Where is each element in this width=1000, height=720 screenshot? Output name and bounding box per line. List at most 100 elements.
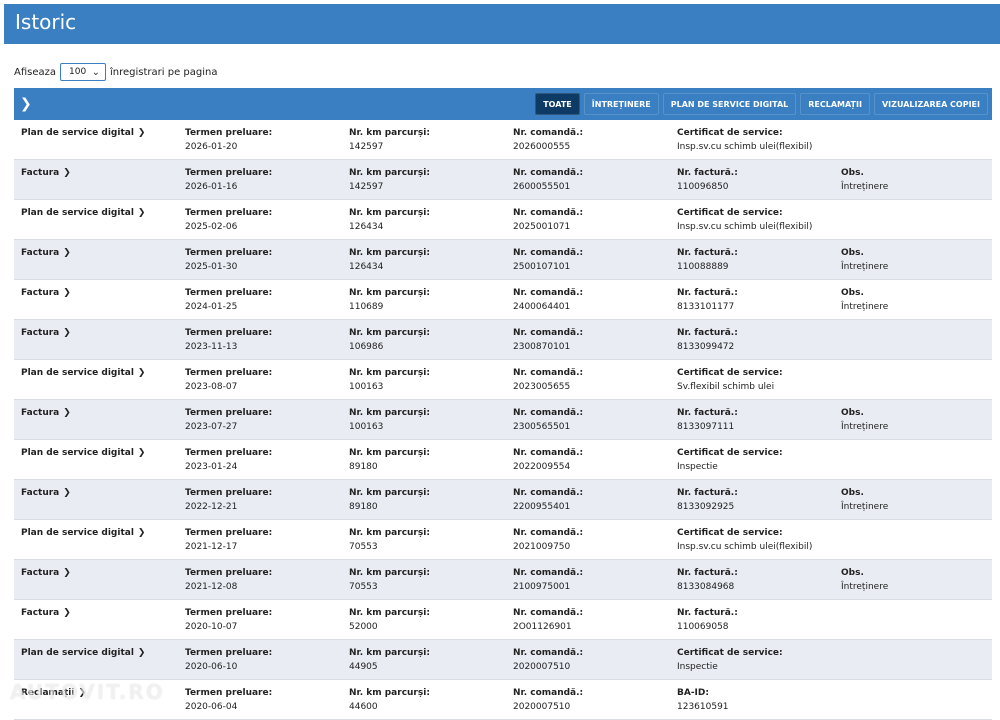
record-type-link[interactable]: Plan de service digital ❯ [21,646,145,660]
chevron-right-icon[interactable]: ❯ [20,95,38,113]
order-cell: Nr. comandă.: 2025001071 [513,206,583,234]
km-cell: Nr. km parcurși: 106986 [349,326,430,354]
km-label: Nr. km parcurși: [349,408,430,418]
filter-button[interactable]: VIZUALIZAREA COPIEI [873,93,988,115]
km-label: Nr. km parcurși: [349,208,430,218]
filter-button[interactable]: ÎNTREȚINERE [583,93,659,115]
order-cell: Nr. comandă.: 2200955401 [513,486,583,514]
order-cell: Nr. comandă.: 2021009750 [513,526,583,554]
date-label: Termen preluare: [185,288,273,298]
record-type: Factura [21,288,60,298]
km-cell: Nr. km parcurși: 89180 [349,486,430,514]
record-type: Factura [21,408,60,418]
km-label: Nr. km parcurși: [349,648,430,658]
detail-value: Inspectie [677,662,718,672]
record-type-link[interactable]: Plan de service digital ❯ [21,366,145,380]
date-cell: Termen preluare: 2023-08-07 [185,366,272,394]
chevron-right-icon: ❯ [63,328,71,338]
record-type-link[interactable]: Plan de service digital ❯ [21,446,145,460]
detail-cell: Nr. factură.: 8133097111 [677,406,738,434]
history-row: Plan de service digital ❯ Termen preluare:… [14,120,992,160]
filter-buttons: TOATE ÎNTREȚINERE PLAN DE SERVICE DIGITAL R… [535,93,988,115]
filter-button[interactable]: RECLAMAȚII [800,93,870,115]
obs-label: Obs. [841,288,864,298]
order-cell: Nr. comandă.: 2022009554 [513,446,583,474]
date-value: 2026-01-16 [185,182,238,192]
km-cell: Nr. km parcurși: 126434 [349,206,430,234]
obs-cell: Obs. Întreținere [841,406,888,434]
obs-value: Întreținere [841,302,889,312]
detail-value: Insp.sv.cu schimb ulei(flexibil) [677,222,813,232]
detail-cell: Nr. factură.: 8133101177 [677,286,738,314]
record-type-link[interactable]: Factura ❯ [21,566,71,580]
history-row: Factura ❯ Termen preluare: 2023-07-27 Nr. km… [14,400,992,440]
obs-value: Întreținere [841,262,889,272]
date-cell: Termen preluare: 2025-02-06 [185,206,272,234]
km-label: Nr. km parcurși: [349,368,430,378]
date-cell: Termen preluare: 2026-01-20 [185,126,272,154]
order-label: Nr. comandă.: [513,448,584,458]
date-cell: Termen preluare: 2023-11-13 [185,326,272,354]
km-cell: Nr. km parcurși: 44905 [349,646,430,674]
date-cell: Termen preluare: 2026-01-16 [185,166,272,194]
record-type-link[interactable]: Plan de service digital ❯ [21,526,145,540]
km-value: 100163 [349,422,384,432]
detail-label: Nr. factură.: [677,288,738,298]
obs-label: Obs. [841,568,864,578]
record-type-link[interactable]: Factura ❯ [21,166,71,180]
chevron-right-icon: ❯ [63,608,71,618]
chevron-right-icon: ❯ [63,408,71,418]
obs-cell: Obs. Întreținere [841,166,888,194]
record-type-link[interactable]: Factura ❯ [21,326,71,340]
detail-label: Certificat de service: [677,128,783,138]
chevron-right-icon: ❯ [137,368,146,378]
history-row: Plan de service digital ❯ Termen preluare:… [14,360,992,400]
date-label: Termen preluare: [185,448,273,458]
date-label: Termen preluare: [185,408,273,418]
order-cell: Nr. comandă.: 2400064401 [513,286,583,314]
chevron-right-icon: ❯ [63,488,71,498]
record-type-link[interactable]: Factura ❯ [21,486,71,500]
filter-button[interactable]: TOATE [535,93,580,115]
order-label: Nr. comandă.: [513,368,584,378]
date-label: Termen preluare: [185,248,273,258]
order-label: Nr. comandă.: [513,408,584,418]
detail-label: Nr. factură.: [677,168,738,178]
detail-label: Certificat de service: [677,208,783,218]
date-label: Termen preluare: [185,328,273,338]
history-row: Factura ❯ Termen preluare: 2022-12-21 Nr. km… [14,480,992,520]
record-type-link[interactable]: Factura ❯ [21,286,71,300]
record-type-link[interactable]: Plan de service digital ❯ [21,206,145,220]
date-value: 2022-12-21 [185,502,238,512]
detail-cell: Nr. factură.: 8133099472 [677,326,738,354]
order-value: 2300565501 [513,422,571,432]
page-size-control: Afiseaza 100 ⌄ înregistrari pe pagina [14,62,218,82]
detail-value: Sv.flexibil schimb ulei [677,382,775,392]
record-type-link[interactable]: Factura ❯ [21,406,71,420]
detail-label: Certificat de service: [677,528,783,538]
km-cell: Nr. km parcurși: 89180 [349,446,430,474]
km-value: 126434 [349,222,384,232]
km-cell: Nr. km parcurși: 126434 [349,246,430,274]
date-label: Termen preluare: [185,368,273,378]
date-value: 2023-07-27 [185,422,238,432]
chevron-right-icon: ❯ [137,648,146,658]
filter-button[interactable]: PLAN DE SERVICE DIGITAL [662,93,797,115]
order-cell: Nr. comandă.: 2600055501 [513,166,583,194]
date-label: Termen preluare: [185,688,273,698]
record-type-link[interactable]: Factura ❯ [21,606,71,620]
chevron-right-icon: ❯ [63,568,71,578]
record-type-link[interactable]: Factura ❯ [21,246,71,260]
history-row: Factura ❯ Termen preluare: 2020-10-07 Nr. km… [14,600,992,640]
page-size-select[interactable]: 100 ⌄ [60,63,107,81]
order-cell: Nr. comandă.: 2100975001 [513,566,583,594]
record-type: Plan de service digital [21,648,134,658]
detail-cell: Nr. factură.: 110096850 [677,166,738,194]
date-value: 2020-10-07 [185,622,238,632]
date-label: Termen preluare: [185,488,273,498]
history-row: Factura ❯ Termen preluare: 2026-01-16 Nr. km… [14,160,992,200]
record-type-link[interactable]: Plan de service digital ❯ [21,126,145,140]
date-value: 2023-01-24 [185,462,238,472]
detail-cell: Certificat de service: Insp.sv.cu schimb … [677,206,812,234]
detail-cell: Nr. factură.: 110069058 [677,606,738,634]
